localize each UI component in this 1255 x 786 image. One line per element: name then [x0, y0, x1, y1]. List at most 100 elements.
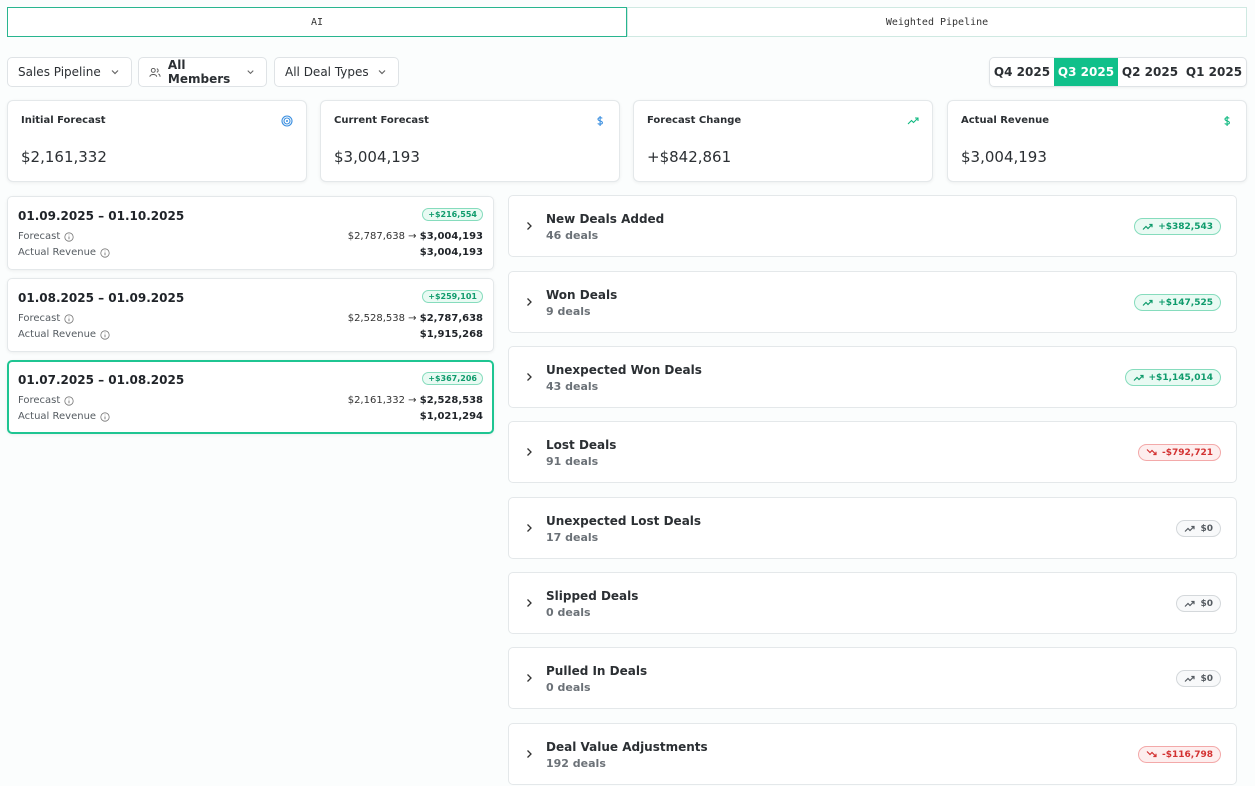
- category-deal-value-adjustments[interactable]: Deal Value Adjustments 192 deals -$116,7…: [508, 723, 1237, 785]
- forecast-to: $2,528,538: [419, 395, 483, 406]
- category-amount: +$1,145,014: [1148, 372, 1213, 383]
- pipeline-select-label: Sales Pipeline: [18, 65, 101, 79]
- kpi-current-forecast: Current Forecast $3,004,193: [320, 100, 620, 182]
- info-icon[interactable]: [100, 329, 110, 340]
- arrow-icon: →: [408, 313, 417, 324]
- actual-label: Actual Revenue: [18, 247, 97, 258]
- chevron-right-icon: [527, 222, 532, 230]
- category-lost-deals[interactable]: Lost Deals 91 deals -$792,721: [508, 421, 1237, 483]
- category-amount-badge: -$792,721: [1138, 444, 1221, 461]
- category-name: Slipped Deals: [546, 589, 639, 603]
- chevron-down-icon: [378, 70, 386, 75]
- category-amount: $0: [1200, 523, 1213, 534]
- chevron-right-icon: [527, 524, 532, 532]
- pipeline-select[interactable]: Sales Pipeline: [7, 57, 132, 87]
- category-amount: -$116,798: [1162, 749, 1213, 760]
- period-date: 01.09.2025 – 01.10.2025: [18, 209, 185, 223]
- category-amount-badge: -$116,798: [1138, 746, 1221, 763]
- category-won-deals[interactable]: Won Deals 9 deals +$147,525: [508, 271, 1237, 333]
- quarter-q1-2025[interactable]: Q1 2025: [1182, 58, 1246, 86]
- actual-value: $1,915,268: [419, 329, 483, 340]
- category-count: 192 deals: [546, 757, 606, 770]
- trend-up-icon: [1133, 374, 1144, 381]
- category-name: Won Deals: [546, 288, 618, 302]
- dollar-icon: [597, 116, 603, 126]
- category-count: 9 deals: [546, 305, 591, 318]
- category-name: Unexpected Lost Deals: [546, 514, 702, 528]
- period-card[interactable]: 01.09.2025 – 01.10.2025 +$216,554 Foreca…: [7, 196, 494, 270]
- forecast-page: AI Weighted Pipeline Sales Pipeline All …: [0, 0, 1255, 786]
- kpi-value: $2,161,332: [21, 148, 107, 166]
- category-name: Unexpected Won Deals: [546, 363, 702, 377]
- chevron-right-icon: [527, 750, 532, 758]
- forecast-to: $3,004,193: [419, 231, 483, 242]
- members-select-label: All Members: [167, 58, 231, 86]
- category-name: Lost Deals: [546, 438, 617, 452]
- period-change-badge: +$216,554: [422, 208, 483, 221]
- trend-up-icon: [907, 117, 919, 125]
- deal-types-select[interactable]: All Deal Types: [274, 57, 399, 87]
- category-amount-badge: +$382,543: [1134, 218, 1221, 235]
- category-slipped-deals[interactable]: Slipped Deals 0 deals $0: [508, 572, 1237, 634]
- category-unexpected-won-deals[interactable]: Unexpected Won Deals 43 deals +$1,145,01…: [508, 346, 1237, 408]
- forecast-label: Forecast: [18, 231, 61, 242]
- kpi-label: Current Forecast: [334, 115, 429, 126]
- category-unexpected-lost-deals[interactable]: Unexpected Lost Deals 17 deals $0: [508, 497, 1237, 559]
- category-amount: $0: [1200, 598, 1213, 609]
- view-tabs: AI Weighted Pipeline: [7, 7, 1247, 37]
- kpi-actual-revenue: Actual Revenue $3,004,193: [947, 100, 1247, 182]
- info-icon[interactable]: [100, 247, 110, 258]
- info-icon[interactable]: [64, 231, 74, 242]
- info-icon[interactable]: [64, 313, 74, 324]
- period-date: 01.07.2025 – 01.08.2025: [18, 373, 185, 387]
- category-count: 0 deals: [546, 606, 591, 619]
- actual-value: $3,004,193: [419, 247, 483, 258]
- info-icon[interactable]: [64, 395, 74, 406]
- quarter-q3-2025[interactable]: Q3 2025: [1054, 58, 1118, 86]
- actual-row: Actual Revenue $1,915,268: [18, 329, 483, 340]
- category-amount: $0: [1200, 673, 1213, 684]
- actual-row: Actual Revenue $3,004,193: [18, 247, 483, 258]
- chevron-right-icon: [527, 599, 532, 607]
- period-card-selected[interactable]: 01.07.2025 – 01.08.2025 +$367,206 Foreca…: [7, 360, 494, 434]
- arrow-icon: →: [408, 395, 417, 406]
- category-pulled-in-deals[interactable]: Pulled In Deals 0 deals $0: [508, 647, 1237, 709]
- target-icon: [281, 115, 293, 127]
- tab-weighted-pipeline[interactable]: Weighted Pipeline: [627, 7, 1247, 37]
- chevron-right-icon: [527, 298, 532, 306]
- period-card[interactable]: 01.08.2025 – 01.09.2025 +$259,101 Foreca…: [7, 278, 494, 352]
- quarter-q4-2025[interactable]: Q4 2025: [990, 58, 1054, 86]
- category-amount-badge: +$1,145,014: [1124, 369, 1221, 386]
- info-icon[interactable]: [100, 411, 110, 422]
- period-date: 01.08.2025 – 01.09.2025: [18, 291, 185, 305]
- actual-row: Actual Revenue $1,021,294: [18, 411, 483, 422]
- trend-up-icon: [1142, 223, 1153, 230]
- members-select[interactable]: All Members: [138, 57, 267, 87]
- forecast-from: $2,161,332: [347, 395, 405, 406]
- trend-down-icon: [1146, 449, 1157, 456]
- category-amount-badge: +$147,525: [1134, 294, 1221, 311]
- forecast-label: Forecast: [18, 313, 61, 324]
- quarter-q2-2025[interactable]: Q2 2025: [1118, 58, 1182, 86]
- kpi-label: Forecast Change: [647, 115, 742, 126]
- trend-up-icon: [1185, 675, 1196, 682]
- trend-down-icon: [1146, 751, 1157, 758]
- forecast-row: Forecast $2,161,332 → $2,528,538: [18, 395, 483, 406]
- chevron-down-icon: [111, 70, 119, 75]
- forecast-from: $2,787,638: [347, 231, 405, 242]
- quarter-selector: Q4 2025 Q3 2025 Q2 2025 Q1 2025: [989, 57, 1247, 87]
- forecast-row: Forecast $2,787,638 → $3,004,193: [18, 231, 483, 242]
- category-count: 91 deals: [546, 455, 599, 468]
- category-new-deals-added[interactable]: New Deals Added 46 deals +$382,543: [508, 195, 1237, 257]
- category-count: 46 deals: [546, 229, 599, 242]
- chevron-right-icon: [527, 448, 532, 456]
- category-amount-badge: $0: [1176, 670, 1221, 687]
- kpi-forecast-change: Forecast Change +$842,861: [633, 100, 933, 182]
- category-amount-badge: $0: [1176, 520, 1221, 537]
- actual-value: $1,021,294: [419, 411, 483, 422]
- category-amount-badge: $0: [1176, 595, 1221, 612]
- tab-ai[interactable]: AI: [7, 7, 627, 37]
- forecast-to: $2,787,638: [419, 313, 483, 324]
- forecast-row: Forecast $2,528,538 → $2,787,638: [18, 313, 483, 324]
- actual-label: Actual Revenue: [18, 329, 97, 340]
